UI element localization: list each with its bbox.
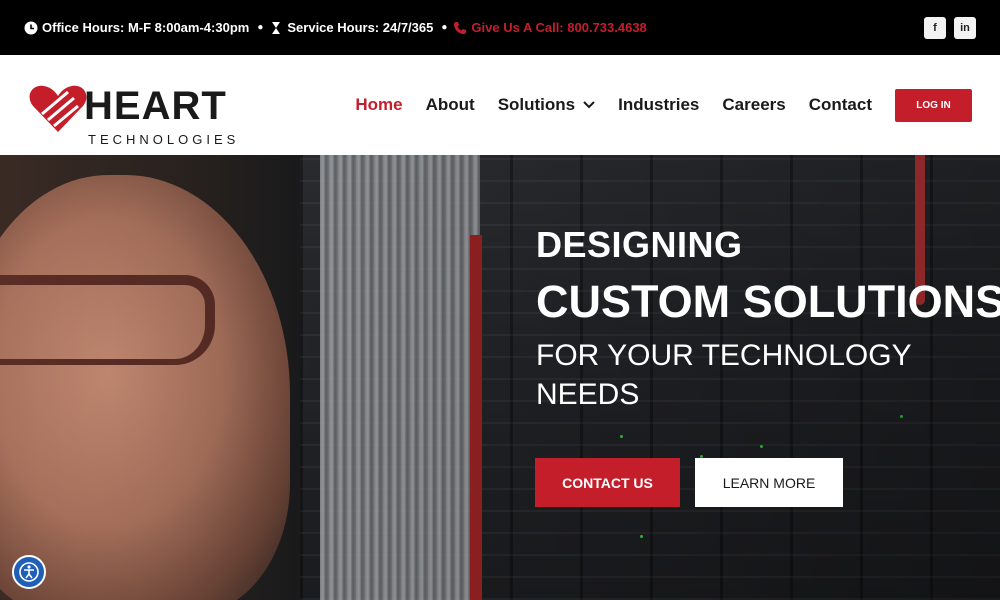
separator-dot: ●: [441, 22, 448, 33]
hourglass-icon: [272, 21, 281, 34]
chevron-down-icon: [583, 101, 595, 109]
nav-solutions-label: Solutions: [497, 95, 576, 114]
accessibility-icon: [19, 562, 39, 582]
phone-icon: [454, 21, 467, 34]
call-text[interactable]: Give Us A Call: 800.733.4638: [471, 20, 646, 35]
contact-us-button[interactable]: CONTACT US: [535, 458, 680, 507]
hours-info: Office Hours: M-F 8:00am-4:30pm ● Servic…: [24, 20, 647, 35]
hero-line-3: FOR YOUR TECHNOLOGY NEEDS: [536, 339, 912, 411]
hero-line-1: DESIGNING: [536, 224, 743, 265]
heart-logo-icon: [29, 85, 87, 132]
top-info-bar: Office Hours: M-F 8:00am-4:30pm ● Servic…: [0, 0, 1000, 55]
service-hours: Service Hours: 24/7/365: [269, 20, 433, 35]
call-link[interactable]: Give Us A Call: 800.733.4638: [453, 20, 647, 35]
hero-headline: DESIGNING CUSTOM SOLUTIONS FOR YOUR TECH…: [536, 227, 1000, 414]
main-nav: Home About Solutions Industries Careers …: [355, 88, 972, 122]
facebook-icon[interactable]: f: [924, 16, 946, 39]
accessibility-button[interactable]: [12, 555, 46, 589]
clock-icon: [24, 21, 38, 34]
office-hours-text: Office Hours: M-F 8:00am-4:30pm: [42, 20, 250, 35]
linkedin-icon[interactable]: in: [954, 16, 976, 39]
nav-contact[interactable]: Contact: [809, 95, 872, 115]
nav-about[interactable]: About: [426, 95, 475, 115]
learn-more-button[interactable]: LEARN MORE: [695, 458, 843, 507]
nav-solutions[interactable]: Solutions: [498, 95, 595, 115]
logo[interactable]: HEART TECHNOLOGIES: [28, 70, 258, 147]
logo-wordmark: HEART: [84, 84, 227, 128]
hero-banner: DESIGNING CUSTOM SOLUTIONS FOR YOUR TECH…: [0, 155, 1000, 600]
social-links: f in: [924, 16, 976, 39]
logo-subtitle: TECHNOLOGIES: [88, 132, 240, 147]
hero-line-2: CUSTOM SOLUTIONS: [536, 276, 1000, 327]
separator-dot: ●: [257, 22, 264, 33]
office-hours: Office Hours: M-F 8:00am-4:30pm: [24, 20, 249, 35]
nav-careers[interactable]: Careers: [722, 95, 785, 115]
site-header: HEART TECHNOLOGIES Home About Solutions …: [0, 55, 1000, 155]
nav-industries[interactable]: Industries: [618, 95, 699, 115]
login-button[interactable]: LOG IN: [895, 88, 972, 122]
service-hours-text: Service Hours: 24/7/365: [287, 20, 434, 35]
nav-home[interactable]: Home: [355, 95, 402, 115]
